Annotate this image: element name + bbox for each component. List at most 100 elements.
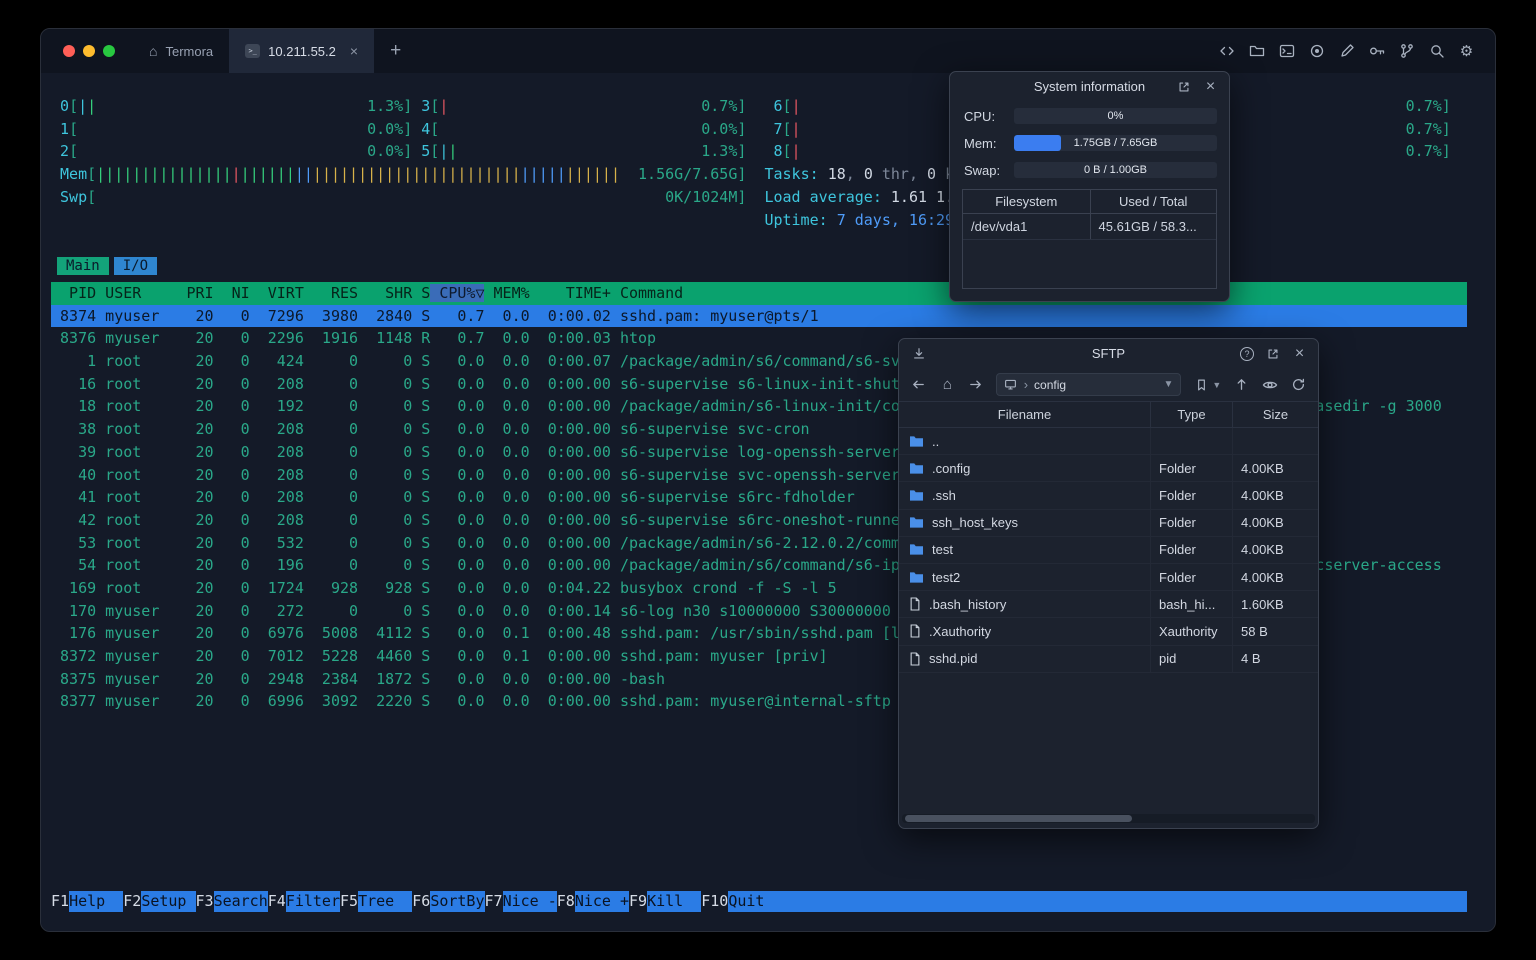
edit-icon[interactable] [1338, 43, 1355, 60]
fn-key: F4 [267, 892, 286, 910]
sftp-file-row[interactable]: .. [899, 428, 1318, 456]
terminal-panel-icon[interactable] [1278, 43, 1295, 60]
current-path: config [1034, 377, 1067, 392]
tab-termora[interactable]: ⌂ Termora [133, 29, 229, 73]
htop-meters: 0[|| 1.3%] 3[| 0.7%] 6[| 0.7%] 1[ 0.0%] … [60, 97, 1451, 229]
chevron-down-icon[interactable]: ▼ [1164, 379, 1174, 390]
forward-icon[interactable] [967, 376, 985, 394]
header-right-columns[interactable]: MEM% TIME+ Command [484, 284, 684, 302]
close-window-button[interactable] [63, 45, 75, 57]
htop-tab-main[interactable]: Main [57, 257, 109, 275]
show-hidden-eye-icon[interactable] [1261, 376, 1279, 394]
close-tab-icon[interactable]: × [350, 43, 358, 59]
sftp-file-row[interactable]: ssh_host_keys Folder 4.00KB [899, 509, 1318, 537]
zoom-window-button[interactable] [103, 45, 115, 57]
filesystem-row[interactable]: /dev/vda1 45.61GB / 58.3... [963, 214, 1216, 240]
git-branch-icon[interactable] [1398, 43, 1415, 60]
close-icon[interactable]: × [1291, 345, 1308, 362]
bookmark-button[interactable]: ▼ [1192, 376, 1221, 394]
code-icon[interactable] [1218, 43, 1235, 60]
process-table-header[interactable]: PID USER PRI NI VIRT RES SHR S CPU%▽ MEM… [51, 282, 1467, 305]
fn-quit-button[interactable]: Quit [728, 891, 783, 912]
sftp-dialog: SFTP ? × ⌂ › config ▼ ▼ Filename Type Si… [898, 338, 1319, 829]
parent-directory-icon[interactable] [1232, 376, 1250, 394]
settings-icon[interactable]: ⚙ [1458, 43, 1475, 60]
tab-ssh-session[interactable]: >_ 10.211.55.2 × [229, 29, 375, 73]
column-filename[interactable]: Filename [899, 402, 1150, 427]
home-icon[interactable]: ⌂ [939, 376, 957, 394]
file-type [1150, 428, 1232, 455]
fn-sortby-button[interactable]: SortBy [430, 891, 485, 912]
search-icon[interactable] [1428, 43, 1445, 60]
folder-icon [909, 571, 924, 584]
open-in-new-window-icon[interactable] [1175, 78, 1192, 95]
file-type: Folder [1150, 482, 1232, 509]
download-icon[interactable] [910, 339, 927, 368]
sftp-file-row[interactable]: test Folder 4.00KB [899, 536, 1318, 564]
path-breadcrumb[interactable]: › config ▼ [995, 373, 1182, 396]
sftp-toolbar: ⌂ › config ▼ ▼ [899, 368, 1318, 401]
dialog-titlebar[interactable]: SFTP ? × [899, 339, 1318, 368]
chevron-down-icon: ▼ [1212, 379, 1222, 390]
fn-tree-button[interactable]: Tree [358, 891, 413, 912]
htop-tab-io[interactable]: I/O [113, 257, 158, 275]
fn-kill-button[interactable]: Kill [647, 891, 702, 912]
dialog-title: SFTP [1091, 346, 1126, 361]
sftp-file-row[interactable]: test2 Folder 4.00KB [899, 563, 1318, 592]
dialog-titlebar[interactable]: System information × [950, 72, 1229, 101]
header-left-columns[interactable]: PID USER PRI NI VIRT RES SHR S [51, 284, 430, 302]
fn-search-button[interactable]: Search [213, 891, 268, 912]
file-icon [909, 624, 921, 638]
fn-setup-button[interactable]: Setup [141, 891, 196, 912]
fn-filter-button[interactable]: Filter [285, 891, 340, 912]
fn-key: F7 [484, 892, 503, 910]
fn-key: F2 [123, 892, 142, 910]
open-in-new-window-icon[interactable] [1264, 345, 1281, 362]
minimize-window-button[interactable] [83, 45, 95, 57]
file-name: .bash_history [929, 596, 1007, 612]
horizontal-scrollbar[interactable] [902, 814, 1315, 823]
close-icon[interactable]: × [1202, 78, 1219, 95]
home-icon: ⌂ [149, 43, 158, 59]
folder-icon [909, 435, 924, 448]
process-row[interactable]: 8374 myuser 20 0 7296 3980 2840 S 0.7 0.… [51, 304, 1467, 328]
fn-key: F5 [340, 892, 359, 910]
sftp-file-row[interactable]: .Xauthority Xauthority 58 B [899, 618, 1318, 646]
sftp-file-list: .. .config Folder 4.00KB .ssh Folder 4.00KB ssh… [899, 428, 1318, 673]
cpu-usage-bar: 0% [1014, 108, 1217, 124]
help-icon[interactable]: ? [1240, 346, 1254, 361]
tab-label: Termora [165, 43, 214, 59]
file-name: test [932, 542, 953, 558]
column-type[interactable]: Type [1150, 402, 1232, 427]
file-size: 4.00KB [1232, 482, 1318, 509]
sftp-file-row[interactable]: .config Folder 4.00KB [899, 455, 1318, 483]
folder-icon[interactable] [1248, 43, 1265, 60]
sftp-file-row[interactable]: sshd.pid pid 4 B [899, 645, 1318, 673]
file-type: Folder [1150, 455, 1232, 482]
column-size[interactable]: Size [1232, 402, 1318, 427]
folder-icon [909, 462, 924, 475]
sftp-file-row[interactable]: .ssh Folder 4.00KB [899, 482, 1318, 510]
record-icon[interactable] [1308, 43, 1325, 60]
scrollbar-thumb[interactable] [905, 815, 1133, 822]
cpu-usage-text: 0% [1107, 110, 1124, 122]
file-type: Folder [1150, 509, 1232, 536]
back-icon[interactable] [910, 376, 928, 394]
toolbar-icons: ⚙ [1218, 29, 1495, 73]
fn-nice-button[interactable]: Nice - [502, 891, 557, 912]
sftp-file-row[interactable]: .bash_history bash_hi... 1.60KB [899, 591, 1318, 619]
file-size: 4.00KB [1232, 455, 1318, 482]
sort-column-cpu[interactable]: CPU%▽ [430, 284, 485, 302]
refresh-icon[interactable] [1289, 376, 1307, 394]
bookmark-icon [1192, 376, 1210, 394]
file-type: Xauthority [1150, 618, 1232, 645]
mem-usage-text: 1.75GB / 7.65GB [1073, 137, 1158, 149]
app-window: ⌂ Termora >_ 10.211.55.2 × + ⚙ 0[|| 1.3% [40, 28, 1496, 932]
fn-nice-button[interactable]: Nice + [574, 891, 629, 912]
file-name: .. [932, 433, 940, 449]
sftp-table-header[interactable]: Filename Type Size [899, 401, 1318, 428]
key-icon[interactable] [1368, 43, 1385, 60]
fs-used-total: 45.61GB / 58.3... [1089, 214, 1217, 239]
fn-help-button[interactable]: Help [69, 891, 124, 912]
new-tab-button[interactable]: + [374, 29, 417, 73]
